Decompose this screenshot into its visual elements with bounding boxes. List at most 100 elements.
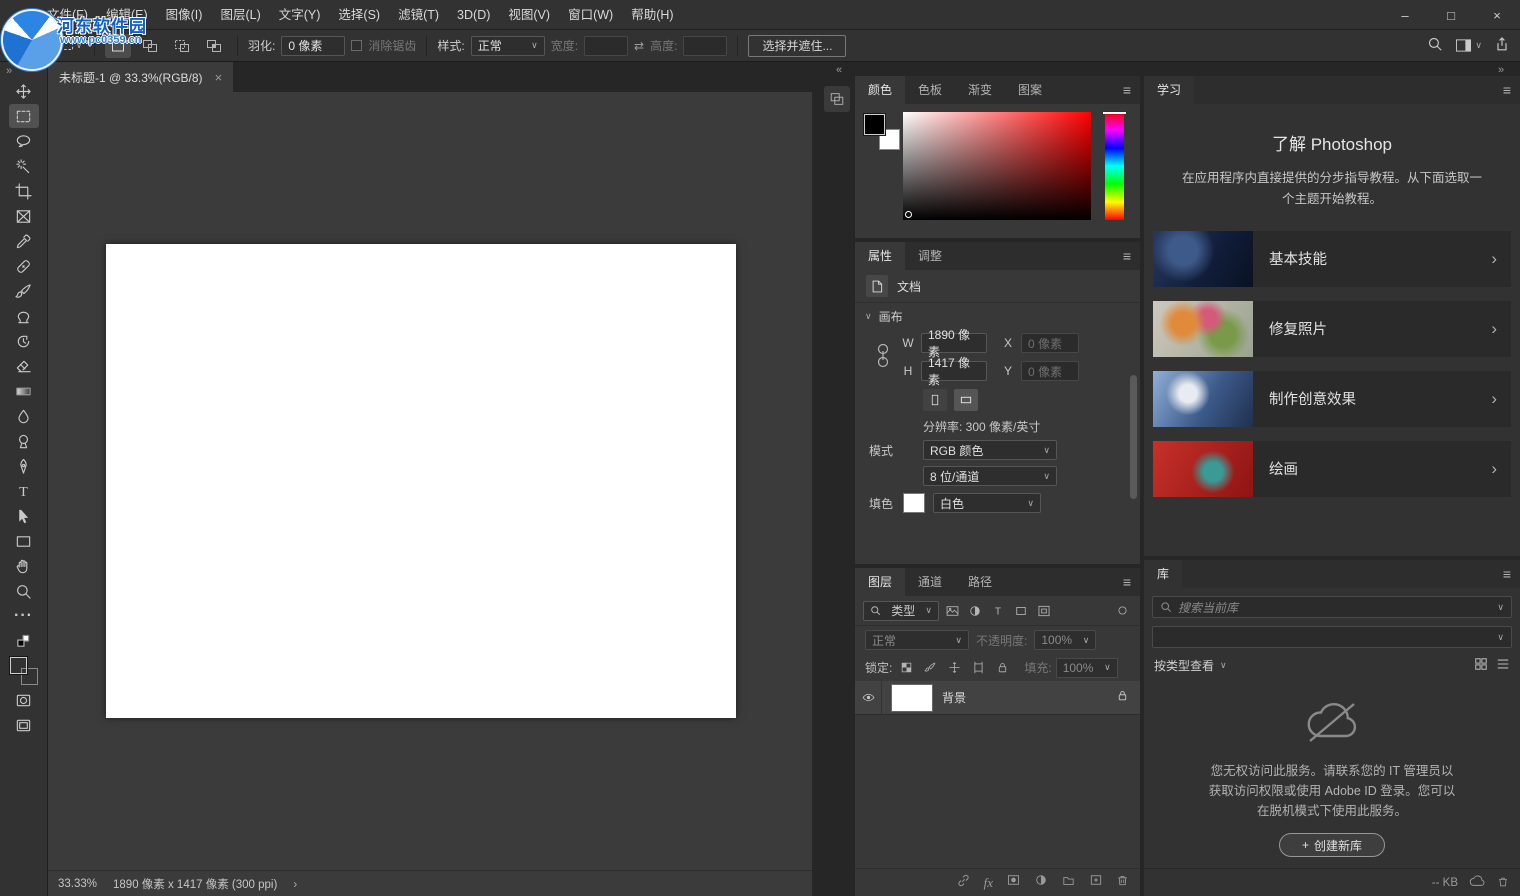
collapse-right-dock-icon[interactable]: » [1498, 64, 1504, 76]
zoom-level[interactable]: 33.33% [58, 878, 97, 890]
color-cursor[interactable] [905, 211, 912, 218]
panel-menu-icon[interactable]: ≡ [1123, 76, 1131, 104]
canvas-fill-swatch[interactable] [903, 493, 925, 513]
layer-visibility-toggle[interactable] [855, 681, 882, 714]
magic-wand-tool[interactable] [9, 154, 39, 178]
collapsed-panel-icon[interactable] [824, 86, 850, 112]
link-dimensions-icon[interactable] [875, 337, 891, 380]
tab-learn[interactable]: 学习 [1144, 76, 1194, 104]
layer-lock-icon[interactable] [1116, 689, 1129, 707]
canvas-x-input[interactable]: 0 像素 [1021, 333, 1079, 353]
menu-view[interactable]: 视图(V) [499, 0, 559, 30]
adjustment-layer-icon[interactable] [1034, 873, 1048, 892]
search-icon[interactable] [1427, 36, 1443, 55]
add-layer-mask-icon[interactable] [1006, 873, 1021, 892]
library-search-input[interactable]: 搜索当前库 ∨ [1152, 596, 1512, 618]
collapse-dock-icon[interactable]: « [836, 64, 842, 76]
tab-properties[interactable]: 属性 [855, 242, 905, 270]
menu-window[interactable]: 窗口(W) [559, 0, 622, 30]
panel-menu-icon[interactable]: ≡ [1123, 568, 1131, 596]
fill-opacity-select[interactable]: 100%∨ [1056, 658, 1118, 678]
tab-patterns[interactable]: 图案 [1005, 76, 1055, 104]
eyedropper-tool[interactable] [9, 229, 39, 253]
canvas-section-header[interactable]: ∨ 画布 [855, 303, 1140, 329]
properties-scrollbar[interactable] [1129, 306, 1138, 554]
cloud-sync-icon[interactable] [1469, 875, 1486, 891]
maximize-button[interactable]: □ [1428, 0, 1474, 30]
pen-tool[interactable] [9, 454, 39, 478]
tab-paths[interactable]: 路径 [955, 568, 1005, 596]
lasso-tool[interactable] [9, 129, 39, 153]
blur-tool[interactable] [9, 404, 39, 428]
height-input[interactable] [683, 36, 727, 56]
rectangular-marquee-tool[interactable] [9, 104, 39, 128]
rectangle-tool[interactable] [9, 529, 39, 553]
opacity-select[interactable]: 100%∨ [1034, 630, 1096, 650]
intersect-selection-mode-button[interactable] [201, 34, 227, 58]
tab-adjustments[interactable]: 调整 [905, 242, 955, 270]
library-select[interactable]: ∨ [1152, 626, 1512, 648]
type-tool[interactable]: T [9, 479, 39, 503]
foreground-color-swatch[interactable] [864, 114, 885, 135]
layer-thumbnail[interactable] [891, 684, 933, 712]
hue-slider-handle[interactable] [1103, 112, 1126, 114]
delete-icon[interactable] [1497, 875, 1509, 891]
grid-view-icon[interactable] [1474, 657, 1488, 674]
eraser-tool[interactable] [9, 354, 39, 378]
landscape-orientation-button[interactable] [954, 389, 978, 411]
menu-image[interactable]: 图像(I) [157, 0, 212, 30]
filter-pixel-layers-icon[interactable] [942, 601, 962, 621]
spot-healing-brush-tool[interactable] [9, 254, 39, 278]
share-icon[interactable] [1494, 36, 1510, 55]
delete-layer-icon[interactable] [1116, 873, 1129, 892]
panel-menu-icon[interactable]: ≡ [1123, 242, 1131, 270]
menu-layer[interactable]: 图层(L) [211, 0, 269, 30]
brush-tool[interactable] [9, 279, 39, 303]
document-canvas[interactable] [106, 244, 736, 718]
close-tab-icon[interactable]: × [215, 70, 223, 85]
canvas-width-input[interactable]: 1890 像素 [921, 333, 987, 353]
menu-type[interactable]: 文字(Y) [270, 0, 330, 30]
blend-mode-select[interactable]: 正常∨ [865, 630, 969, 650]
move-tool[interactable] [9, 79, 39, 103]
list-view-icon[interactable] [1496, 657, 1510, 674]
layer-filter-type-select[interactable]: 类型 ∨ [863, 601, 939, 621]
layer-styles-icon[interactable]: fx [984, 875, 993, 891]
tab-swatches[interactable]: 色板 [905, 76, 955, 104]
workspace-switcher[interactable]: ∨ [1455, 38, 1482, 53]
menu-filter[interactable]: 滤镜(T) [389, 0, 448, 30]
screen-mode-button[interactable] [9, 713, 39, 737]
tab-libraries[interactable]: 库 [1144, 560, 1182, 588]
lock-pixels-icon[interactable] [920, 658, 940, 678]
swap-dimensions-icon[interactable]: ⇄ [634, 39, 644, 53]
lock-artboard-icon[interactable] [968, 658, 988, 678]
canvas-y-input[interactable]: 0 像素 [1021, 361, 1079, 381]
frame-tool[interactable] [9, 204, 39, 228]
menu-help[interactable]: 帮助(H) [622, 0, 682, 30]
learn-card-creative-effects[interactable]: 制作创意效果 › [1153, 371, 1511, 427]
gradient-tool[interactable] [9, 379, 39, 403]
canvas-height-input[interactable]: 1417 像素 [921, 361, 987, 381]
link-layers-icon[interactable] [956, 873, 971, 893]
scrollbar-thumb[interactable] [1130, 375, 1137, 499]
select-and-mask-button[interactable]: 选择并遮住... [748, 35, 846, 57]
dodge-tool[interactable] [9, 429, 39, 453]
filter-type-layers-icon[interactable]: T [988, 601, 1008, 621]
tab-gradients[interactable]: 渐变 [955, 76, 1005, 104]
filter-shape-layers-icon[interactable] [1011, 601, 1031, 621]
path-selection-tool[interactable] [9, 504, 39, 528]
learn-card-basic-skills[interactable]: 基本技能 › [1153, 231, 1511, 287]
zoom-tool[interactable] [9, 579, 39, 603]
default-colors-icon[interactable] [9, 629, 39, 653]
menu-3d[interactable]: 3D(D) [448, 0, 499, 30]
tab-layers[interactable]: 图层 [855, 568, 905, 596]
filter-smart-objects-icon[interactable] [1034, 601, 1054, 621]
width-input[interactable] [584, 36, 628, 56]
feather-input[interactable]: 0 像素 [281, 36, 345, 56]
clone-stamp-tool[interactable] [9, 304, 39, 328]
learn-card-retouch-photos[interactable]: 修复照片 › [1153, 301, 1511, 357]
crop-tool[interactable] [9, 179, 39, 203]
close-button[interactable]: × [1474, 0, 1520, 30]
hand-tool[interactable] [9, 554, 39, 578]
canvas-fill-select[interactable]: 白色∨ [933, 493, 1041, 513]
